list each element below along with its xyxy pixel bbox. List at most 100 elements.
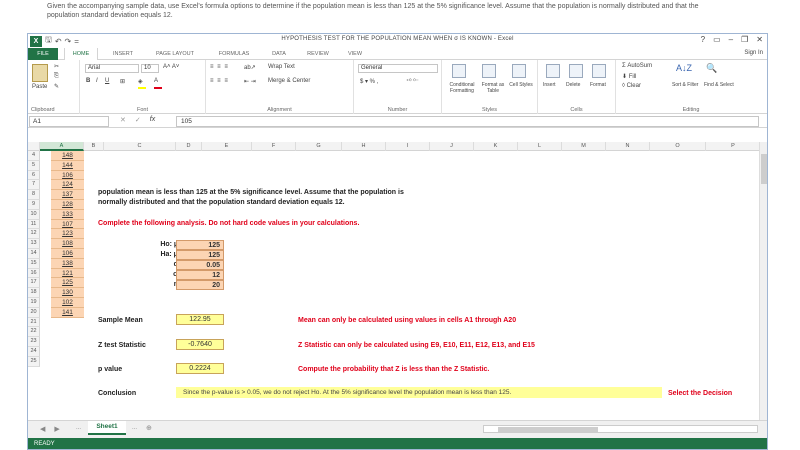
h0-value-cell[interactable]: 125 — [176, 240, 224, 250]
horizontal-scrollbar[interactable] — [483, 425, 758, 433]
sign-in-link[interactable]: Sign In — [744, 50, 763, 56]
col-header-b[interactable]: B — [84, 142, 104, 151]
vertical-scrollbar[interactable] — [759, 142, 767, 420]
add-sheet-button[interactable]: ⊕ — [146, 424, 152, 432]
tab-view[interactable]: VIEW — [342, 48, 368, 60]
col-header-j[interactable]: J — [430, 142, 474, 151]
tab-file[interactable]: FILE — [28, 48, 58, 60]
delete-cells-icon[interactable] — [569, 64, 583, 78]
cell-styles-icon[interactable] — [512, 64, 526, 78]
close-button[interactable]: ✕ — [756, 35, 763, 44]
column-a-cell[interactable]: 123 — [51, 229, 84, 240]
column-a-cell[interactable]: 106 — [51, 249, 84, 259]
col-header-i[interactable]: I — [386, 142, 430, 151]
column-a-cell[interactable]: 106 — [51, 170, 84, 181]
cut-icon[interactable]: ✂ — [54, 63, 59, 70]
tab-formulas[interactable]: FORMULAS — [214, 48, 254, 60]
column-a-cell[interactable]: 124 — [51, 180, 84, 191]
number-format-select[interactable]: General — [358, 64, 438, 73]
more-sheets-left[interactable]: ... — [76, 425, 81, 431]
col-header-m[interactable]: M — [562, 142, 606, 151]
row-header[interactable]: 23 — [28, 337, 40, 347]
format-painter-icon[interactable]: ✎ — [54, 83, 59, 90]
row-header[interactable]: 6 — [28, 170, 40, 181]
select-decision-note[interactable]: Select the Decision — [668, 389, 732, 398]
row-header[interactable]: 14 — [28, 249, 40, 259]
merge-center-button[interactable]: Merge & Center — [268, 78, 310, 84]
column-a-cell[interactable]: 108 — [51, 239, 84, 249]
bold-button[interactable]: B — [86, 78, 90, 84]
conclusion-cell[interactable]: Since the p-value is > 0.05, we do not r… — [176, 387, 662, 398]
row-header[interactable]: 20 — [28, 307, 40, 318]
autosum-button[interactable]: Σ AutoSum — [622, 63, 652, 69]
col-header-f[interactable]: F — [252, 142, 296, 151]
row-header[interactable]: 22 — [28, 327, 40, 338]
col-header-l[interactable]: L — [518, 142, 562, 151]
format-as-table-button[interactable]: Format as Table — [478, 82, 508, 94]
conditional-formatting-button[interactable]: Conditional Formatting — [444, 82, 480, 94]
paste-label[interactable]: Paste — [32, 84, 47, 90]
row-header[interactable]: 13 — [28, 239, 40, 249]
column-a-cell[interactable]: 133 — [51, 209, 84, 220]
wrap-text-button[interactable]: Wrap Text — [268, 64, 295, 70]
underline-button[interactable]: U — [105, 78, 109, 84]
insert-button[interactable]: Insert — [543, 82, 556, 88]
indent-icon[interactable]: ⇤ ⇥ — [244, 78, 256, 85]
fill-button[interactable]: ⬇ Fill — [622, 73, 636, 80]
vertical-scroll-thumb[interactable] — [761, 154, 767, 184]
alpha-value-cell[interactable]: 0.05 — [176, 260, 224, 270]
column-a-cell[interactable]: 141 — [51, 307, 84, 318]
row-header[interactable]: 11 — [28, 219, 40, 230]
row-header[interactable]: 7 — [28, 180, 40, 191]
row-header[interactable]: 21 — [28, 317, 40, 328]
column-a-cell[interactable]: 144 — [51, 160, 84, 171]
insert-function-button[interactable]: fx — [150, 116, 155, 124]
format-button[interactable]: Format — [590, 82, 606, 88]
column-a-cell[interactable]: 121 — [51, 268, 84, 279]
paste-icon[interactable] — [32, 64, 48, 82]
top-align-icon[interactable]: ≡ ≡ ≡ — [210, 64, 229, 70]
row-header[interactable]: 19 — [28, 298, 40, 308]
format-cells-icon[interactable] — [592, 64, 606, 78]
row-header[interactable]: 15 — [28, 258, 40, 269]
col-header-k[interactable]: K — [474, 142, 518, 151]
enter-icon[interactable]: ✓ — [135, 116, 141, 124]
help-button[interactable]: ? — [701, 35, 705, 44]
find-select-icon[interactable]: 🔍 — [706, 63, 717, 74]
tab-page-layout[interactable]: PAGE LAYOUT — [150, 48, 200, 60]
find-select-button[interactable]: Find & Select — [704, 82, 734, 88]
fill-color-icon[interactable]: ◈ — [138, 78, 143, 85]
font-name-select[interactable]: Arial — [85, 64, 139, 73]
sample-mean-cell[interactable]: 122.95 — [176, 314, 224, 325]
insert-cells-icon[interactable] — [546, 64, 560, 78]
row-header[interactable]: 25 — [28, 356, 40, 367]
column-a-cell[interactable]: 137 — [51, 190, 84, 200]
name-box[interactable]: A1 — [29, 116, 109, 127]
sheet-tab-sheet1[interactable]: Sheet1 — [88, 421, 126, 435]
conditional-formatting-icon[interactable] — [452, 64, 466, 78]
column-a-cell[interactable]: 107 — [51, 219, 84, 230]
font-color-icon[interactable]: A — [154, 78, 158, 84]
row-header[interactable]: 17 — [28, 278, 40, 289]
row-header[interactable]: 8 — [28, 190, 40, 200]
next-sheet-icon[interactable]: ▶ — [54, 425, 59, 433]
column-a-cell[interactable]: 102 — [51, 298, 84, 308]
col-header-c[interactable]: C — [104, 142, 176, 151]
borders-icon[interactable]: ⊞ — [120, 78, 125, 85]
italic-button[interactable]: I — [96, 78, 98, 84]
col-header-d[interactable]: D — [176, 142, 202, 151]
row-header[interactable]: 4 — [28, 151, 40, 161]
decimal-icon[interactable]: ⁺⁰ ⁰⁻ — [406, 78, 419, 85]
orientation-icon[interactable]: ab↗ — [244, 64, 256, 71]
col-header-g[interactable]: G — [296, 142, 342, 151]
prev-sheet-icon[interactable]: ◀ — [40, 425, 45, 433]
minimize-button[interactable]: – — [729, 35, 733, 44]
font-size-select[interactable]: 10 — [141, 64, 159, 73]
grow-font-icon[interactable]: A˄ A˅ — [163, 64, 179, 70]
ha-value-cell[interactable]: 125 — [176, 250, 224, 260]
col-header-a[interactable]: A — [40, 142, 84, 151]
formula-input[interactable]: 105 — [176, 116, 759, 127]
tab-data[interactable]: DATA — [266, 48, 292, 60]
tab-review[interactable]: REVIEW — [302, 48, 334, 60]
row-header[interactable]: 18 — [28, 288, 40, 298]
